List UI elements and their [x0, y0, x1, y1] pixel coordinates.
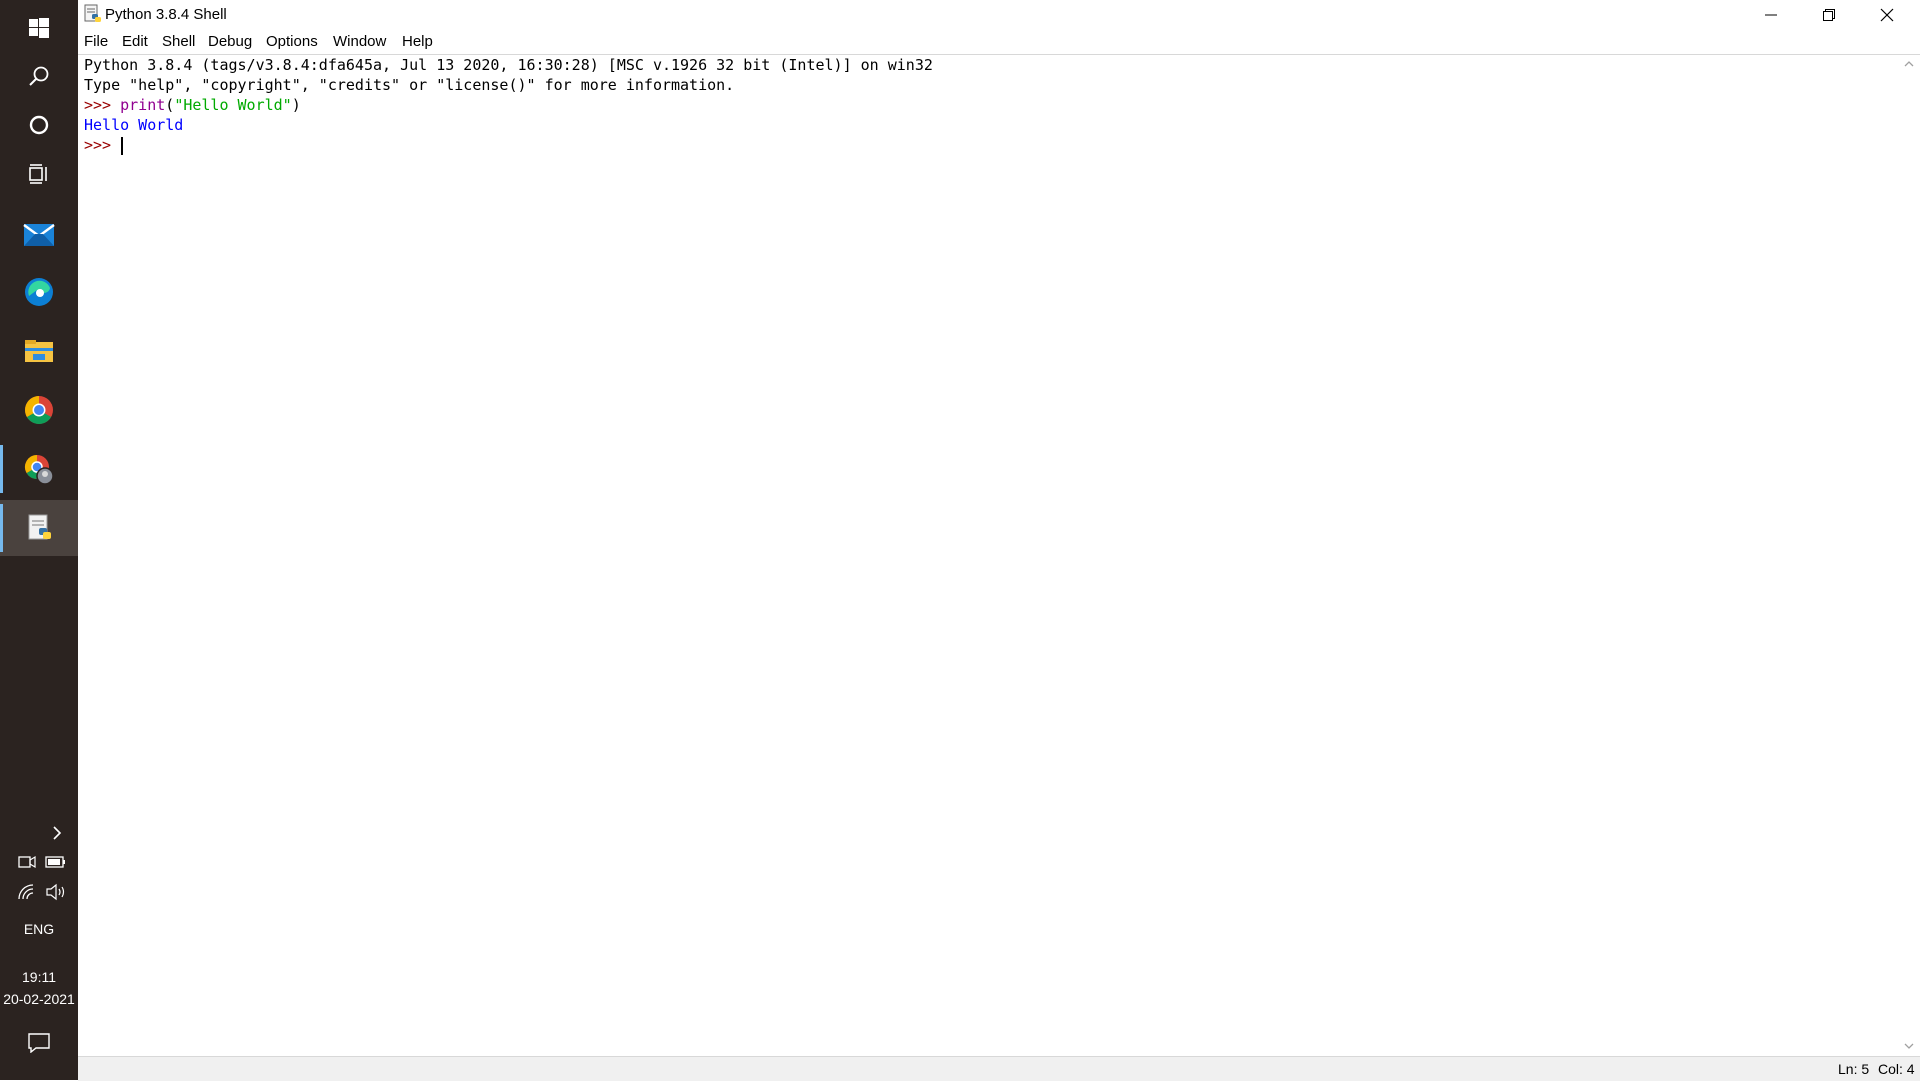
restore-button[interactable]: [1800, 0, 1858, 30]
banner-line-2: Type "help", "copyright", "credits" or "…: [84, 76, 735, 94]
menu-help[interactable]: Help: [400, 33, 435, 50]
chevron-up-icon: [1904, 61, 1914, 67]
language-indicator[interactable]: ENG: [0, 921, 78, 937]
vertical-scrollbar[interactable]: [1898, 55, 1920, 1055]
menu-file[interactable]: File: [82, 33, 110, 50]
task-view-button[interactable]: [0, 146, 78, 202]
chrome-button[interactable]: [0, 382, 78, 438]
chrome-profile-icon: [24, 455, 54, 485]
python-idle-icon: [84, 4, 101, 22]
close-icon: [1880, 8, 1894, 22]
mail-button[interactable]: [0, 207, 78, 263]
menu-debug[interactable]: Debug: [206, 33, 254, 50]
cortana-button[interactable]: [0, 97, 78, 153]
command-open-paren: (: [165, 96, 175, 114]
text-cursor: [121, 136, 124, 155]
command-close-paren: ): [291, 96, 301, 114]
search-icon: [29, 66, 49, 86]
windows-start-icon: [29, 18, 49, 38]
window-title: Python 3.8.4 Shell: [105, 6, 227, 23]
menu-edit[interactable]: Edit: [120, 33, 150, 50]
clock-time: 19:11: [22, 969, 56, 985]
chevron-right-icon: [53, 826, 62, 840]
meet-now-icon: [18, 855, 36, 869]
idle-shell-window: Python 3.8.4 Shell File Edit Shell Debug…: [78, 0, 1920, 1081]
file-explorer-icon: [25, 340, 53, 362]
shell-text-area[interactable]: Python 3.8.4 (tags/v3.8.4:dfa645a, Jul 1…: [78, 55, 1898, 1055]
prompt: >>>: [84, 136, 121, 154]
file-explorer-button[interactable]: [0, 323, 78, 379]
command-function: print: [120, 96, 166, 114]
show-hidden-icons-button[interactable]: [46, 822, 68, 844]
menu-window[interactable]: Window: [331, 33, 388, 50]
python-idle-icon: [28, 514, 51, 540]
edge-icon: [25, 278, 53, 306]
taskbar: ENG 19:11 20-02-2021: [0, 0, 78, 1080]
mail-icon: [23, 224, 55, 246]
wifi-icon: [18, 884, 34, 900]
action-center-button[interactable]: [28, 1032, 50, 1054]
status-line-number: Ln: 5: [1838, 1061, 1870, 1077]
command-string: "Hello World": [174, 96, 292, 114]
minimize-button[interactable]: [1742, 0, 1800, 30]
volume-icon: [46, 883, 65, 901]
output-line: Hello World: [84, 116, 184, 134]
input-line[interactable]: >>>: [84, 135, 124, 155]
status-bar: Ln: 5 Col: 4: [78, 1056, 1920, 1081]
command-line: >>> print("Hello World"): [84, 95, 301, 115]
chrome-icon: [25, 396, 53, 424]
battery-button[interactable]: [45, 851, 67, 873]
banner-line-1: Python 3.8.4 (tags/v3.8.4:dfa645a, Jul 1…: [84, 56, 933, 74]
scroll-up-button[interactable]: [1898, 55, 1920, 73]
active-indicator: [0, 504, 3, 552]
status-column-number: Col: 4: [1878, 1061, 1915, 1077]
edge-button[interactable]: [0, 264, 78, 320]
running-indicator: [0, 445, 3, 493]
close-button[interactable]: [1858, 0, 1916, 30]
chrome-profile-button[interactable]: [0, 441, 78, 497]
chevron-down-icon: [1904, 1043, 1914, 1049]
menu-options[interactable]: Options: [264, 33, 320, 50]
volume-button[interactable]: [45, 881, 67, 903]
cortana-icon: [29, 115, 49, 135]
wifi-button[interactable]: [16, 881, 38, 903]
notification-icon: [28, 1033, 50, 1053]
battery-icon: [45, 856, 65, 868]
title-bar[interactable]: Python 3.8.4 Shell: [78, 0, 1920, 30]
task-view-icon: [29, 164, 47, 184]
python-idle-button[interactable]: [0, 500, 78, 556]
menu-bar: File Edit Shell Debug Options Window Hel…: [78, 30, 1920, 55]
prompt: >>>: [84, 96, 121, 114]
menu-shell[interactable]: Shell: [160, 33, 197, 50]
scroll-down-button[interactable]: [1898, 1037, 1920, 1055]
minimize-icon: [1765, 14, 1777, 16]
search-button[interactable]: [0, 48, 78, 104]
clock-date: 20-02-2021: [3, 991, 75, 1007]
restore-icon: [1823, 9, 1835, 21]
meet-now-button[interactable]: [16, 851, 38, 873]
